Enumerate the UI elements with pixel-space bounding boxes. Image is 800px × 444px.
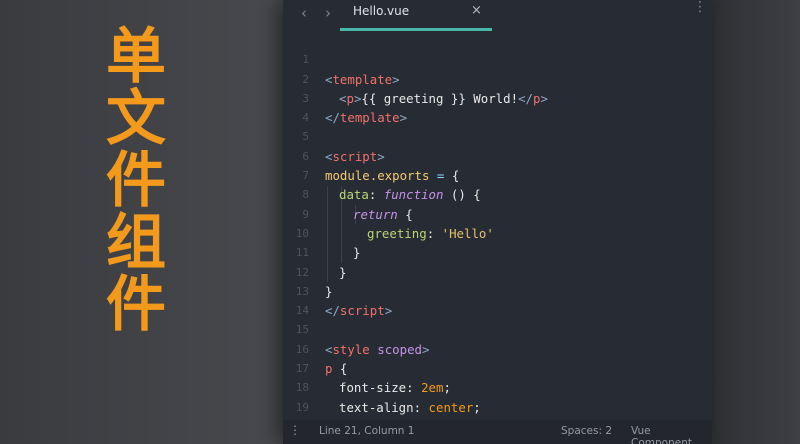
status-bar: ⋮ Line 21, Column 1 Spaces: 2 Vue Compon… — [283, 420, 712, 444]
side-title: 单 文 件 组 件 — [96, 26, 176, 336]
editor-window: ‹ › Hello.vue × ⋮ 1 <template> 2 <p>{{ g… — [283, 0, 712, 444]
status-menu-icon[interactable]: ⋮ — [289, 423, 301, 437]
back-arrow-icon[interactable]: ‹ — [301, 4, 307, 22]
tab-bar: ‹ › Hello.vue × ⋮ — [283, 0, 712, 31]
background-strip — [712, 0, 800, 444]
cursor-position[interactable]: Line 21, Column 1 — [319, 425, 414, 437]
forward-arrow-icon[interactable]: › — [325, 4, 331, 22]
code-line: 19 } — [283, 378, 712, 434]
code-line: 14 — [283, 282, 712, 317]
code-editor[interactable]: 1 <template> 2 <p>{{ greeting }} World!<… — [283, 31, 712, 444]
code-line: 2 <p>{{ greeting }} World!</p> — [283, 50, 712, 106]
code-line: 13 </script> — [283, 263, 712, 318]
code-line: 6 module.exports = { — [283, 128, 712, 183]
tab-hello-vue[interactable]: Hello.vue × — [340, 0, 492, 30]
indentation-setting[interactable]: Spaces: 2 — [561, 425, 612, 437]
tab-label: Hello.vue — [353, 4, 410, 18]
code-line: 12 } — [283, 243, 712, 299]
more-menu-icon[interactable]: ⋮ — [693, 0, 707, 14]
code-line: 10 } — [283, 205, 712, 260]
side-title-char: 组 — [106, 208, 166, 278]
side-title-char: 件 — [106, 270, 166, 340]
code-line: 1 <template> — [283, 31, 712, 86]
side-title-char: 单 — [106, 22, 166, 92]
syntax-mode[interactable]: Vue Component — [631, 425, 712, 444]
code-line: 18 text-align: center; — [283, 359, 712, 414]
side-title-char: 文 — [106, 84, 166, 154]
code-line: 15 <style scoped> — [283, 301, 712, 356]
side-title-char: 件 — [106, 146, 166, 216]
code-line: 9 greeting: 'Hello' — [283, 185, 712, 241]
code-line: 17 font-size: 2em; — [283, 340, 712, 395]
code-line: 3 </template> — [283, 70, 712, 125]
code-line: 7 data: function () { — [283, 147, 712, 202]
code-line: 5 <script> — [283, 108, 712, 163]
close-icon[interactable]: × — [471, 3, 482, 18]
code-line: 11 } — [283, 224, 712, 279]
code-line: 20 </style> — [283, 398, 712, 444]
code-line: 16 p { — [283, 321, 712, 376]
code-line: 4 — [283, 89, 712, 124]
code-line: 8 return { — [283, 166, 712, 221]
